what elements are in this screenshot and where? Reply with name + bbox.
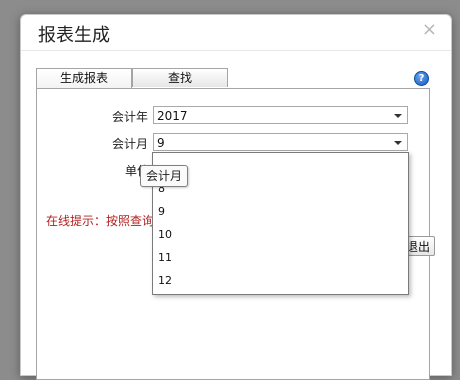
dropdown-option-11[interactable]: 11 — [158, 251, 398, 264]
year-label: 会计年 — [112, 110, 149, 124]
tab-generate-report[interactable]: 生成报表 — [36, 68, 132, 88]
year-select[interactable]: 2017 — [153, 106, 408, 124]
month-value: 9 — [157, 136, 165, 150]
year-value: 2017 — [157, 109, 188, 123]
dropdown-option-12[interactable]: 12 — [158, 274, 398, 287]
month-label: 会计月 — [112, 137, 149, 151]
online-hint: 在线提示：按照查询条 — [46, 214, 167, 228]
dropdown-option-9[interactable]: 9 — [158, 205, 398, 218]
tab-search[interactable]: 查找 — [132, 68, 228, 87]
close-icon[interactable]: × — [422, 19, 437, 40]
dropdown-option-8[interactable]: 8 — [158, 182, 398, 195]
help-icon[interactable]: ? — [414, 71, 429, 86]
month-select[interactable]: 9 — [153, 133, 408, 151]
month-dropdown-list: 8 9 10 11 12 — [152, 152, 409, 295]
dialog-title: 报表生成 — [38, 25, 110, 46]
chevron-down-icon — [394, 141, 402, 145]
dropdown-option-10[interactable]: 10 — [158, 228, 398, 241]
title-divider — [21, 50, 451, 51]
tooltip: 会计月 — [140, 165, 189, 187]
chevron-down-icon — [394, 114, 402, 118]
